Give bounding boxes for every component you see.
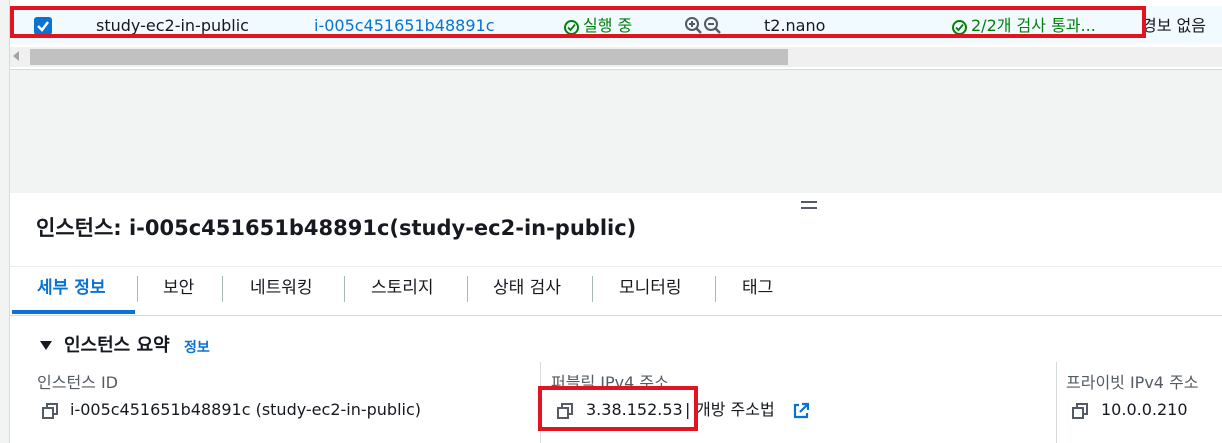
tab-tags[interactable]: 태그 (742, 276, 773, 300)
info-link[interactable]: 정보 (184, 339, 210, 357)
private-ipv4-value: 10.0.0.210 (1101, 400, 1188, 419)
tab-divider (715, 276, 716, 302)
copy-icon[interactable] (1072, 403, 1088, 419)
scroll-left-arrow-icon[interactable] (13, 51, 19, 61)
copy-icon[interactable] (42, 403, 58, 419)
private-ipv4-label: 프라이빗 IPv4 주소 (1066, 373, 1199, 392)
tab-details[interactable]: 세부 정보 (37, 276, 105, 300)
tab-storage[interactable]: 스토리지 (371, 276, 434, 300)
row-highlight-box (10, 6, 1146, 38)
left-panel-edge (0, 0, 10, 443)
caret-down-icon[interactable] (40, 341, 52, 350)
tab-divider (137, 276, 138, 302)
tab-networking[interactable]: 네트워킹 (250, 276, 313, 300)
tab-divider (344, 276, 345, 302)
instance-id-label: 인스턴스 ID (37, 373, 119, 392)
tab-monitoring[interactable]: 모니터링 (619, 276, 682, 300)
pane-resize-handle[interactable] (801, 200, 817, 210)
table-empty-area (10, 69, 1222, 193)
column-divider (1056, 362, 1057, 443)
tab-divider (592, 276, 593, 302)
tab-status-checks[interactable]: 상태 검사 (493, 276, 561, 300)
ip-highlight-box (538, 386, 698, 431)
tab-divider (467, 276, 468, 302)
scrollbar-thumb[interactable] (30, 49, 788, 65)
details-panel-title: 인스턴스: i-005c451651b48891c(study-ec2-in-p… (36, 216, 637, 240)
open-address-link[interactable]: 개방 주소법 (696, 399, 775, 421)
alarm-status-cell: 경보 없음 (1142, 16, 1206, 35)
active-tab-indicator (12, 310, 135, 314)
instance-id-value: i-005c451651b48891c (study-ec2-in-public… (70, 400, 422, 419)
summary-section-title[interactable]: 인스턴스 요약 (64, 334, 170, 358)
external-link-icon[interactable] (792, 402, 810, 420)
tab-divider (222, 276, 223, 302)
tab-security[interactable]: 보안 (163, 276, 194, 300)
